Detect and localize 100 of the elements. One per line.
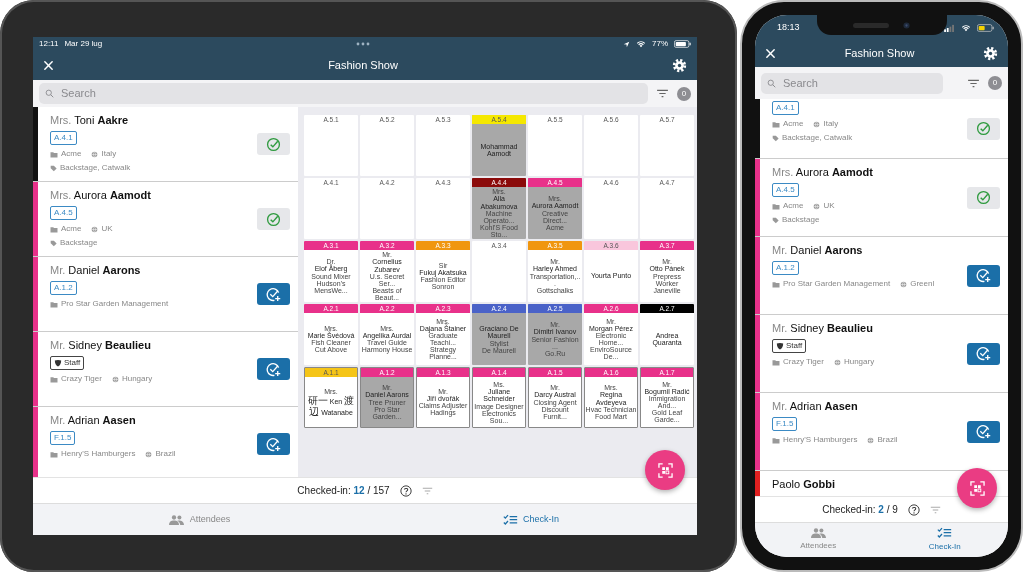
close-icon[interactable] <box>765 48 776 59</box>
seat-badge: A.4.1 <box>50 131 77 145</box>
attendee-row[interactable]: Mr. Adrian Aasen F.1.5 Henry'S Hamburgers Brazil <box>755 393 1008 471</box>
globe-icon <box>813 202 821 210</box>
attendee-name: Mrs. Aurora Aamodt <box>772 165 873 179</box>
folder-icon <box>772 120 780 128</box>
check-circle-icon <box>266 136 281 152</box>
seat-badge: A.1.2 <box>772 261 799 275</box>
folder-icon <box>772 280 780 288</box>
attendee-row[interactable]: Mrs. Toni Aakre A.4.1 Acme Italy Backstage, Catwalk <box>33 107 298 182</box>
tags-label: Backstage <box>782 215 820 225</box>
checked-in-summary: Checked-in: 12 / 157 <box>297 484 390 498</box>
checked-in-button[interactable] <box>967 117 1000 140</box>
seat-badge: A.1.2 <box>50 281 77 295</box>
checked-in-button[interactable] <box>967 186 1000 209</box>
filter-count-badge: 0 <box>988 76 1002 90</box>
status-date: Mar 29 lug <box>64 38 103 50</box>
wifi-icon <box>961 23 971 32</box>
check-plus-icon <box>266 436 281 452</box>
check-in-button[interactable] <box>967 342 1000 365</box>
folder-icon <box>772 202 780 210</box>
filter-count-badge: 0 <box>677 86 691 101</box>
filter-icon[interactable] <box>656 89 669 98</box>
company-label: Crazy Tiger <box>783 357 824 367</box>
check-plus-icon <box>266 286 281 302</box>
seat-badge: F.1.5 <box>50 431 76 445</box>
attendee-row[interactable]: A.4.1 Acme Italy Backstage, Catwalk <box>755 99 1008 159</box>
company-label: Pro Star Garden Management <box>783 279 891 289</box>
country-label: UK <box>823 201 835 211</box>
attendee-row[interactable]: Mr. Sidney Beaulieu Staff Crazy Tiger Hungary <box>33 332 298 407</box>
close-icon[interactable] <box>43 60 54 71</box>
check-in-button[interactable] <box>257 433 290 455</box>
search-icon <box>45 89 54 98</box>
seat-badge: A.4.1 <box>772 101 799 115</box>
search-field[interactable]: Search <box>761 72 943 94</box>
attendee-row[interactable]: Mr. Daniel Aarons A.1.2 Pro Star Garden Management <box>33 257 298 332</box>
company-label: Acme <box>783 119 804 129</box>
attendee-row[interactable]: Mr. Sidney Beaulieu Staff Crazy Tiger Hungary <box>755 315 1008 393</box>
attendee-name: Paolo Gobbi <box>772 477 835 491</box>
company-label: Henry'S Hamburgers <box>61 449 136 459</box>
attendee-row[interactable]: Mr. Daniel Aarons A.1.2 Pro Star Garden Management Greenl <box>755 237 1008 315</box>
country-label: Brazil <box>155 449 176 459</box>
seat-badge: A.4.5 <box>772 183 799 197</box>
attendee-name: Mrs. Toni Aakre <box>50 113 129 127</box>
tags-label: Backstage <box>60 238 98 248</box>
settings-icon[interactable] <box>672 58 687 73</box>
tag-icon <box>50 164 57 172</box>
check-plus-icon <box>266 361 281 377</box>
people-icon <box>167 514 185 525</box>
checked-in-button[interactable] <box>257 208 290 230</box>
globe-icon <box>813 120 821 128</box>
folder-icon <box>50 300 58 308</box>
tag-icon <box>772 216 779 224</box>
check-plus-icon <box>976 424 991 439</box>
check-in-button[interactable] <box>257 358 290 380</box>
globe-icon <box>900 280 908 288</box>
attendee-name: Mr. Sidney Beaulieu <box>772 321 873 335</box>
attendee-name: Mr. Adrian Aasen <box>772 399 858 413</box>
attendee-row[interactable]: Mrs. Aurora Aamodt A.4.5 Acme UK Backstage <box>755 159 1008 237</box>
status-time: 18:13 <box>777 20 800 34</box>
tab-button[interactable]: Check-In <box>881 523 1008 557</box>
folder-icon <box>772 436 780 444</box>
check-circle-icon <box>976 121 991 136</box>
check-in-button[interactable] <box>967 264 1000 287</box>
speaker-icon <box>853 22 889 28</box>
globe-icon <box>833 358 841 366</box>
check-plus-icon <box>976 268 991 283</box>
qr-scan-icon <box>657 462 673 478</box>
battery-icon <box>977 23 994 32</box>
attendee-name: Mr. Daniel Aarons <box>50 263 141 277</box>
folder-icon <box>50 375 58 383</box>
country-label: Greenl <box>910 279 935 289</box>
check-circle-icon <box>266 211 281 227</box>
settings-icon[interactable] <box>983 46 998 61</box>
check-in-button[interactable] <box>257 283 290 305</box>
help-icon[interactable] <box>907 503 920 516</box>
country-label: Hungary <box>121 374 153 384</box>
country-label: UK <box>101 224 113 234</box>
check-circle-icon <box>976 190 991 205</box>
globe-icon <box>111 375 119 383</box>
checked-in-button[interactable] <box>257 133 290 155</box>
search-input[interactable]: Search <box>781 73 937 93</box>
attendee-name: Mr. Daniel Aarons <box>772 243 863 257</box>
globe-icon <box>867 436 875 444</box>
filter-icon[interactable] <box>967 78 980 88</box>
camera-icon <box>903 21 910 29</box>
location-arrow-icon <box>623 40 630 48</box>
signal-icon <box>944 23 955 32</box>
folder-icon <box>50 225 58 233</box>
staff-label: Staff <box>64 358 81 368</box>
tab-button[interactable]: Check-In <box>365 504 697 535</box>
company-label: Acme <box>61 149 82 159</box>
attendee-row[interactable]: Mrs. Aurora Aamodt A.4.5 Acme UK Backstage <box>33 182 298 257</box>
globe-icon <box>91 225 99 233</box>
company-label: Crazy Tiger <box>61 374 102 384</box>
help-icon[interactable] <box>399 484 412 497</box>
checklist-icon <box>503 513 518 526</box>
mask-icon <box>776 342 784 350</box>
check-in-button[interactable] <box>967 420 1000 443</box>
qr-scan-icon <box>969 480 985 496</box>
